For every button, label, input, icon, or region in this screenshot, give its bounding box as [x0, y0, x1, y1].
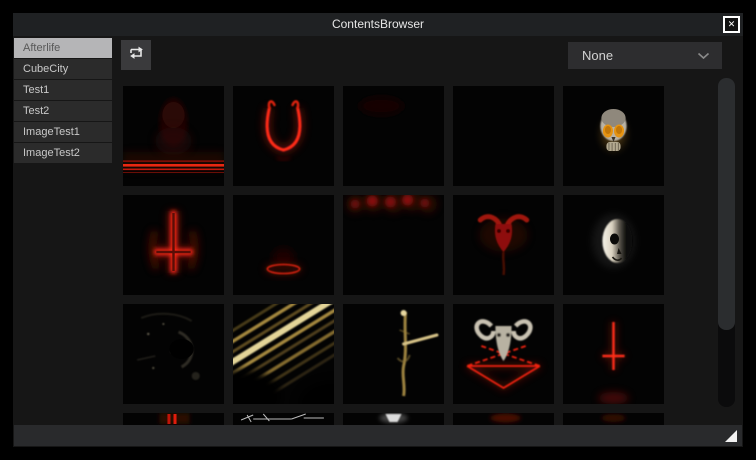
close-icon: ✕: [728, 19, 736, 29]
sidebar-item-test1[interactable]: Test1: [14, 80, 112, 100]
thumbnail-inverted-cross-thin[interactable]: [563, 304, 664, 404]
thumbnail-half-lit-skull[interactable]: [563, 195, 664, 295]
thumbnail-red-dim-strip[interactable]: [563, 413, 664, 425]
thumbnail-black[interactable]: [453, 86, 554, 186]
loop-icon: [126, 43, 146, 67]
thumbnail-gold-skull[interactable]: [563, 86, 664, 186]
sidebar-item-cubecity[interactable]: CubeCity: [14, 59, 112, 79]
close-button[interactable]: ✕: [723, 16, 740, 33]
sidebar-item-test2[interactable]: Test2: [14, 101, 112, 121]
grid-row: [123, 86, 664, 186]
grid-row: [123, 304, 664, 404]
bottom-bar: [14, 425, 742, 446]
thumbnail-wire-lines-strip[interactable]: [233, 413, 334, 425]
chevron-down-icon: [697, 52, 710, 60]
thumbnail-white-glow-strip[interactable]: [343, 413, 444, 425]
title-bar: ContentsBrowser ✕: [13, 13, 743, 36]
resize-grip-icon[interactable]: [724, 429, 739, 444]
thumbnail-inverted-cross-glow[interactable]: [123, 195, 224, 295]
sidebar: AfterlifeCubeCityTest1Test2ImageTest1Ima…: [14, 38, 112, 164]
thumbnail-red-arcs-top[interactable]: [343, 195, 444, 295]
thumbnail-near-black[interactable]: [343, 86, 444, 186]
scrollbar-thumb[interactable]: [718, 78, 735, 330]
thumbnail-red-bars-strip[interactable]: [123, 413, 224, 425]
thumbnail-red-arch-outline[interactable]: [233, 86, 334, 186]
scrollbar-track[interactable]: [718, 78, 735, 407]
screen-background: ContentsBrowser ✕ AfterlifeCubeCityTest1…: [0, 0, 756, 460]
sidebar-item-imagetest2[interactable]: ImageTest2: [14, 143, 112, 163]
grid-row: [123, 195, 664, 295]
thumbnail-grid: [123, 86, 664, 425]
sidebar-item-afterlife[interactable]: Afterlife: [14, 38, 112, 58]
thumbnail-red-ring[interactable]: [233, 195, 334, 295]
window-title: ContentsBrowser: [13, 13, 743, 36]
thumbnail-red-faint-strip[interactable]: [453, 413, 554, 425]
thumbnail-gold-ribs[interactable]: [233, 304, 334, 404]
thumbnail-bull-skull-red[interactable]: [453, 195, 554, 295]
contents-browser-window: ContentsBrowser ✕ AfterlifeCubeCityTest1…: [13, 13, 743, 447]
thumbnail-ram-pentagram[interactable]: [453, 304, 554, 404]
sidebar-item-imagetest1[interactable]: ImageTest1: [14, 122, 112, 142]
thumbnail-gold-streak-figure[interactable]: [343, 304, 444, 404]
loop-button[interactable]: [121, 40, 151, 70]
grid-row: [123, 413, 664, 425]
thumbnail-skull-closeup-dark[interactable]: [123, 304, 224, 404]
thumbnail-skull-laser[interactable]: [123, 86, 224, 186]
filter-dropdown[interactable]: None: [568, 42, 722, 69]
filter-dropdown-value: None: [568, 48, 697, 63]
